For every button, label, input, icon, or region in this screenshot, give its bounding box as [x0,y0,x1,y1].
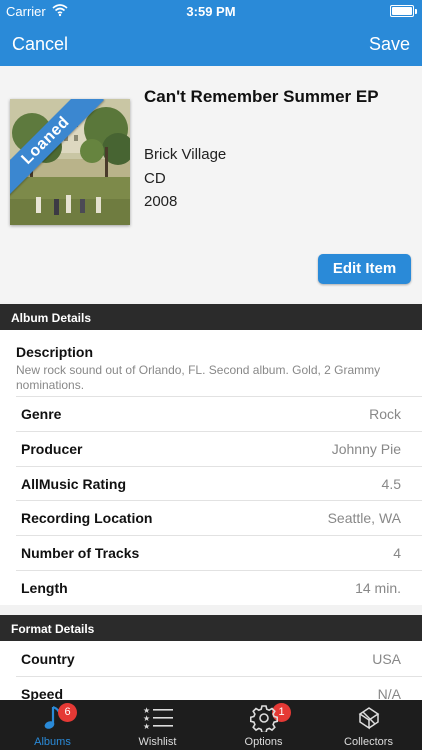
save-button[interactable]: Save [369,34,410,55]
detail-value: Seattle, WA [327,510,401,526]
detail-key: Length [21,580,68,596]
detail-value: Johnny Pie [331,441,401,457]
tab-label: Wishlist [138,736,177,748]
detail-key: AllMusic Rating [21,476,127,492]
format-details-header: Format Details [0,615,422,641]
tab-options[interactable]: Options [211,700,316,750]
item-header: Loaned Can't Remember Summer EP Brick Vi… [0,66,422,302]
detail-value: Rock [369,406,401,422]
detail-key: Genre [21,406,62,422]
detail-key: Number of Tracks [21,545,140,561]
status-bar: Carrier 3:59 PM [0,0,422,22]
description-text: New rock sound out of Orlando, FL. Secon… [16,363,381,392]
cancel-button[interactable]: Cancel [12,34,68,55]
detail-value: USA [372,651,401,667]
clock: 3:59 PM [186,4,236,19]
detail-row-length: Length 14 min. [0,570,422,605]
collectors-box-icon [316,704,421,732]
edit-item-button[interactable]: Edit Item [318,254,411,284]
item-format: CD [144,170,166,187]
album-details-header: Album Details [0,304,422,330]
music-note-icon [0,704,105,732]
albums-badge: 6 [58,703,77,722]
tab-label: Collectors [344,736,393,748]
item-artist: Brick Village [144,146,227,163]
tab-collectors[interactable]: Collectors [316,700,421,750]
detail-row-producer: Producer Johnny Pie [0,431,422,466]
loaned-ribbon: Loaned [10,99,120,209]
detail-value: 14 min. [355,580,401,596]
tab-label: Options [244,736,283,748]
description-cell: Description New rock sound out of Orland… [0,330,422,396]
item-title: Can't Remember Summer EP [144,87,379,106]
tab-label: Albums [34,736,71,748]
detail-row-genre: Genre Rock [0,396,422,431]
navigation-bar: Cancel Save [0,22,422,66]
tab-albums[interactable]: 6 Albums [0,700,105,750]
gear-icon [211,704,316,732]
detail-row-country: Country USA [0,641,422,676]
detail-value: 4.5 [381,476,401,492]
detail-row-allmusic-rating: AllMusic Rating 4.5 [0,466,422,501]
detail-row-number-of-tracks: Number of Tracks 4 [0,535,422,570]
description-label: Description [16,344,94,360]
item-year: 2008 [144,193,178,210]
detail-key: Producer [21,441,83,457]
detail-value: 4 [393,545,401,561]
loaned-ribbon-label: Loaned [10,99,104,199]
battery-icon [390,5,417,17]
detail-key: Country [21,651,75,667]
tab-bar: 6 Albums ★ ★ ★ 1 Wishlist Options Collec… [0,700,422,750]
tab-wishlist[interactable]: ★ ★ ★ 1 Wishlist [105,700,291,750]
starred-list-icon: ★ ★ ★ [105,704,210,732]
detail-key: Recording Location [21,510,153,526]
album-cover: Loaned [10,99,130,225]
svg-text:★: ★ [143,722,150,731]
detail-row-recording-location: Recording Location Seattle, WA [0,500,422,535]
